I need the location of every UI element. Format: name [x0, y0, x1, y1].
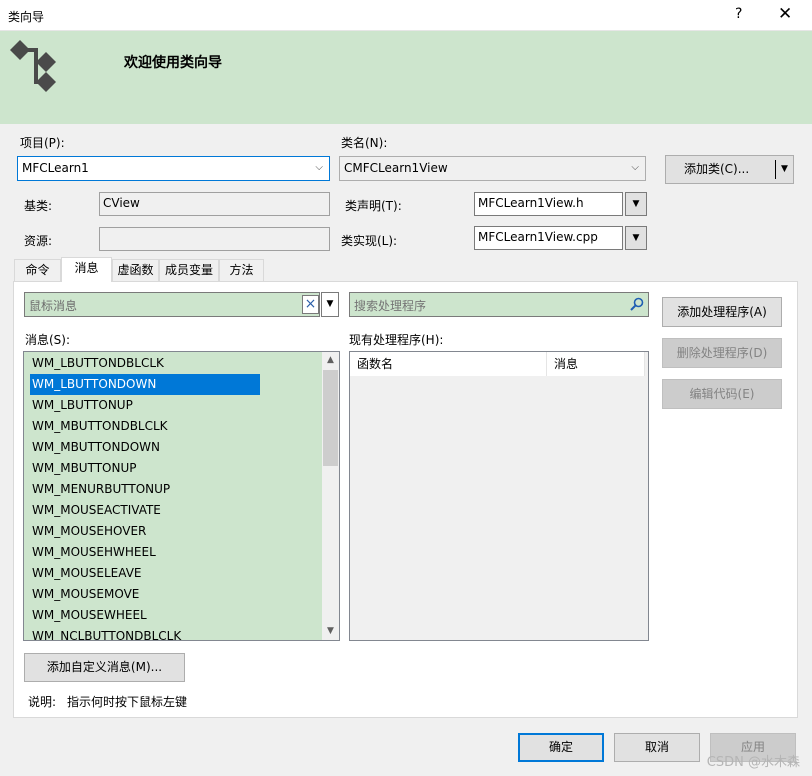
handler-search-input[interactable] — [352, 295, 626, 316]
chevron-down-icon[interactable]: ▼ — [781, 156, 788, 183]
class-decl-dropdown[interactable]: ▼ — [625, 192, 647, 216]
chevron-down-icon: ⌵ — [631, 162, 639, 173]
message-list-item[interactable]: WM_LBUTTONDBLCLK — [30, 353, 164, 374]
class-impl-field[interactable]: MFCLearn1View.cpp — [474, 226, 623, 250]
clear-icon[interactable]: × — [302, 295, 319, 314]
scroll-down-icon[interactable]: ▼ — [322, 623, 339, 640]
close-button[interactable]: ✕ — [778, 4, 792, 24]
column-header-message[interactable]: 消息 — [547, 352, 645, 376]
message-list-item[interactable]: WM_MENURBUTTONUP — [30, 479, 170, 500]
delete-handler-button[interactable]: 删除处理程序(D) — [662, 338, 782, 368]
message-list-item[interactable]: WM_NCLBUTTONDBLCLK — [30, 626, 181, 640]
add-custom-message-button[interactable]: 添加自定义消息(M)... — [24, 653, 185, 682]
class-impl-label: 类实现(L): — [341, 234, 398, 248]
add-class-label: 添加类(C)... — [684, 162, 750, 176]
messages-listbox[interactable]: WM_NCLBUTTONDBLCLK WM_MOUSEWHEEL WM_MOUSEM… — [23, 351, 340, 641]
chevron-down-icon: ▼ — [632, 199, 640, 209]
resource-field — [99, 227, 330, 251]
classname-value: CMFCLearn1View — [344, 161, 448, 175]
message-list-item[interactable]: WM_MOUSEHWHEEL — [30, 542, 156, 563]
message-filter-value: 鼠标消息 — [29, 299, 78, 313]
message-list-item[interactable]: WM_LBUTTONUP — [30, 395, 133, 416]
banner-heading: 欢迎使用类向导 — [124, 55, 222, 71]
description-label: 说明: — [28, 695, 57, 709]
scroll-thumb[interactable] — [323, 370, 338, 466]
message-list-item[interactable]: WM_MOUSELEAVE — [30, 563, 142, 584]
base-class-field: CView — [99, 192, 330, 216]
window-title: 类向导 — [8, 10, 45, 24]
help-button[interactable]: ? — [735, 6, 742, 22]
message-list-item[interactable]: WM_MBUTTONUP — [30, 458, 136, 479]
message-list-item[interactable]: WM_MBUTTONDBLCLK — [30, 416, 168, 437]
edit-code-button[interactable]: 编辑代码(E) — [662, 379, 782, 409]
tab-member-variables[interactable]: 成员变量 — [159, 259, 219, 281]
message-list-item[interactable]: WM_MOUSEMOVE — [30, 584, 139, 605]
class-decl-label: 类声明(T): — [345, 199, 402, 213]
project-combo[interactable]: MFCLearn1 ⌵ — [17, 156, 330, 181]
message-list-item[interactable]: WM_MBUTTONDOWN — [30, 437, 160, 458]
project-value: MFCLearn1 — [22, 161, 89, 175]
project-label: 项目(P): — [20, 136, 65, 150]
base-class-label: 基类: — [24, 199, 53, 213]
message-filter-dropdown[interactable]: ▼ — [321, 292, 339, 317]
column-header-function[interactable]: 函数名 — [350, 352, 547, 376]
chevron-down-icon: ▼ — [326, 299, 334, 309]
tab-methods[interactable]: 方法 — [219, 259, 264, 281]
cancel-button[interactable]: 取消 — [614, 733, 700, 762]
resource-label: 资源: — [24, 234, 53, 248]
tab-messages[interactable]: 消息 — [61, 257, 112, 282]
message-list-item[interactable]: WM_MOUSEHOVER — [30, 521, 146, 542]
scroll-up-icon[interactable]: ▲ — [322, 352, 339, 369]
tab-commands[interactable]: 命令 — [14, 259, 61, 281]
handlers-label: 现有处理程序(H): — [349, 333, 444, 347]
class-impl-dropdown[interactable]: ▼ — [625, 226, 647, 250]
message-filter[interactable]: 鼠标消息 × — [24, 292, 320, 317]
handlers-grid[interactable]: 函数名 消息 — [349, 351, 649, 641]
handler-search[interactable] — [349, 292, 649, 317]
add-handler-button[interactable]: 添加处理程序(A) — [662, 297, 782, 327]
split-divider — [775, 160, 776, 179]
message-list-item[interactable]: WM_MOUSEACTIVATE — [30, 500, 161, 521]
message-list-item[interactable]: WM_LBUTTONDOWN — [30, 374, 260, 395]
wizard-banner: 欢迎使用类向导 — [0, 31, 812, 124]
chevron-down-icon: ▼ — [632, 233, 640, 243]
class-decl-field[interactable]: MFCLearn1View.h — [474, 192, 623, 216]
message-list-item[interactable]: WM_MOUSEWHEEL — [30, 605, 147, 626]
watermark: CSDN @水木森 — [706, 755, 800, 770]
chevron-down-icon: ⌵ — [315, 162, 323, 173]
ok-button[interactable]: 确定 — [518, 733, 604, 762]
messages-scrollbar[interactable]: ▲ ▼ — [322, 352, 339, 640]
classname-label: 类名(N): — [341, 136, 388, 150]
search-icon[interactable] — [630, 297, 644, 311]
title-bar: 类向导 ? ✕ — [0, 0, 812, 31]
description-text: 指示何时按下鼠标左键 — [67, 695, 188, 709]
add-class-button[interactable]: 添加类(C)... ▼ — [665, 155, 794, 184]
messages-label: 消息(S): — [25, 333, 71, 347]
class-wizard-icon — [10, 40, 56, 92]
classname-combo[interactable]: CMFCLearn1View ⌵ — [339, 156, 646, 181]
tab-virtual-functions[interactable]: 虚函数 — [112, 259, 159, 281]
